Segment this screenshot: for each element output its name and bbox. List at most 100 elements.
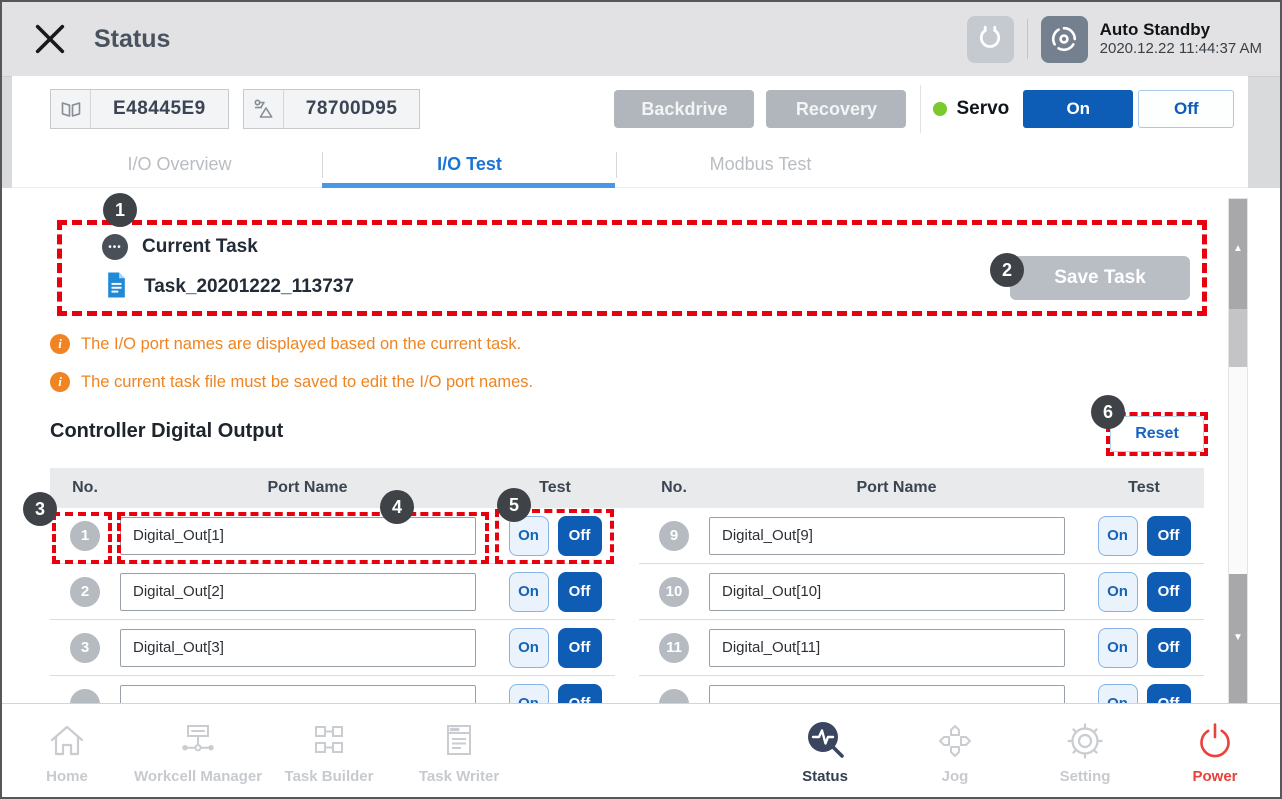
nav-jog[interactable]: Jog: [890, 704, 1020, 797]
header-divider: [1027, 19, 1028, 59]
timestamp: 2020.12.22 11:44:37 AM: [1100, 40, 1262, 59]
row-number-cell: 9: [639, 521, 709, 551]
test-on-button[interactable]: On: [1098, 516, 1138, 556]
row-port-cell: [709, 685, 1084, 704]
task-writer-icon: [435, 716, 483, 764]
test-off-button[interactable]: Off: [558, 684, 602, 704]
table-row: 3 On Off: [50, 620, 615, 676]
test-on-button[interactable]: On: [509, 684, 549, 704]
table-row: On Off: [50, 676, 615, 703]
scroll-up-button[interactable]: [1229, 199, 1247, 309]
current-task-name: Task_20201222_113737: [144, 276, 354, 298]
controller-id-badge: E48445E9: [50, 89, 229, 129]
sub-header-band: E48445E9 78700D95 Backdrive Recovery: [2, 76, 1280, 188]
row-test-cell: On Off: [495, 684, 615, 704]
reset-button[interactable]: Reset: [1110, 416, 1204, 452]
nav-status[interactable]: Status: [760, 704, 890, 797]
test-off-button[interactable]: Off: [558, 516, 602, 556]
io-test-content: Current Task Task_20201222_113737 Save T…: [2, 188, 1280, 703]
test-off-button[interactable]: Off: [1147, 516, 1191, 556]
save-task-button[interactable]: Save Task: [1010, 256, 1190, 300]
notice-text: The I/O port names are displayed based o…: [81, 335, 521, 354]
status-icon: [801, 716, 849, 764]
row-number-badge: 9: [659, 521, 689, 551]
test-on-button[interactable]: On: [509, 628, 549, 668]
nav-workcell-manager[interactable]: Workcell Manager: [132, 704, 264, 797]
gripper-icon: [974, 23, 1006, 55]
row-port-cell: [120, 573, 495, 611]
row-number-cell: 2: [50, 577, 120, 607]
row-number-badge: [659, 689, 689, 704]
scrollbar-thumb[interactable]: [1229, 309, 1247, 367]
port-name-input[interactable]: [120, 517, 476, 555]
annotation-circle-3: 3: [23, 492, 57, 526]
test-off-button[interactable]: Off: [1147, 572, 1191, 612]
test-off-button[interactable]: Off: [558, 572, 602, 612]
row-number-badge: 11: [659, 633, 689, 663]
tab-modbus-test[interactable]: Modbus Test: [617, 142, 904, 187]
table-header: No. Port Name Test No. Port Name Test: [50, 468, 1204, 508]
table-row: 11 On Off: [639, 620, 1204, 676]
row-number-badge: 1: [70, 521, 100, 551]
nav-task-writer[interactable]: Task Writer: [394, 704, 524, 797]
test-off-button[interactable]: Off: [1147, 684, 1191, 704]
row-number-badge: 2: [70, 577, 100, 607]
port-name-input[interactable]: [120, 685, 476, 704]
scrollbar-track[interactable]: [1229, 367, 1247, 574]
row-number-badge: 10: [659, 577, 689, 607]
servo-off-button[interactable]: Off: [1138, 90, 1234, 128]
task-builder-icon: [305, 716, 353, 764]
nav-home[interactable]: Home: [2, 704, 132, 797]
robot-mode-block: Auto Standby 2020.12.22 11:44:37 AM: [1100, 19, 1262, 59]
servo-divider: [920, 85, 921, 133]
controller-id-value: E48445E9: [91, 98, 228, 120]
table-row: 9 On Off: [639, 508, 1204, 564]
row-port-cell: [709, 517, 1084, 555]
close-icon[interactable]: [28, 17, 72, 61]
gripper-button[interactable]: [967, 16, 1014, 63]
port-name-input[interactable]: [709, 685, 1065, 704]
top-header: Status: [2, 2, 1280, 76]
task-file-icon: [103, 270, 130, 305]
home-icon: [43, 716, 91, 764]
port-name-input[interactable]: [709, 629, 1065, 667]
row-test-cell: On Off: [1084, 516, 1204, 556]
test-on-button[interactable]: On: [509, 572, 549, 612]
recovery-button[interactable]: Recovery: [766, 90, 906, 128]
notice-row: The I/O port names are displayed based o…: [50, 334, 521, 354]
row-port-cell: [709, 573, 1084, 611]
jog-icon: [931, 716, 979, 764]
header-port-name: Port Name: [709, 479, 1084, 497]
row-test-cell: On Off: [1084, 684, 1204, 704]
port-name-input[interactable]: [709, 573, 1065, 611]
servo-on-button[interactable]: On: [1023, 90, 1133, 128]
robot-mode-button[interactable]: [1041, 16, 1088, 63]
row-number-cell: 1: [50, 521, 120, 551]
nav-setting[interactable]: Setting: [1020, 704, 1150, 797]
header-no: No.: [50, 479, 120, 497]
row-number-cell: 10: [639, 577, 709, 607]
test-on-button[interactable]: On: [1098, 572, 1138, 612]
test-on-button[interactable]: On: [1098, 684, 1138, 704]
header-no: No.: [639, 479, 709, 497]
table-row: 2 On Off: [50, 564, 615, 620]
port-name-input[interactable]: [120, 629, 476, 667]
robot-id-badge: 78700D95: [243, 89, 421, 129]
port-name-input[interactable]: [709, 517, 1065, 555]
robot-mode-label: Auto Standby: [1100, 19, 1262, 40]
table-rows-right: 9 On Off 10 On Off 11 On Off: [639, 508, 1204, 703]
test-on-button[interactable]: On: [1098, 628, 1138, 668]
tab-io-overview[interactable]: I/O Overview: [37, 142, 322, 187]
scroll-down-button[interactable]: [1229, 574, 1247, 703]
tab-io-test[interactable]: I/O Test: [323, 142, 616, 187]
port-name-input[interactable]: [120, 573, 476, 611]
annotation-circle-6: 6: [1091, 395, 1125, 429]
nav-power[interactable]: Power: [1150, 704, 1280, 797]
backdrive-button[interactable]: Backdrive: [614, 90, 754, 128]
test-off-button[interactable]: Off: [558, 628, 602, 668]
robot-id-value: 78700D95: [284, 98, 420, 120]
test-off-button[interactable]: Off: [1147, 628, 1191, 668]
annotation-circle-1: 1: [103, 193, 137, 227]
annotation-circle-2: 2: [990, 253, 1024, 287]
nav-task-builder[interactable]: Task Builder: [264, 704, 394, 797]
